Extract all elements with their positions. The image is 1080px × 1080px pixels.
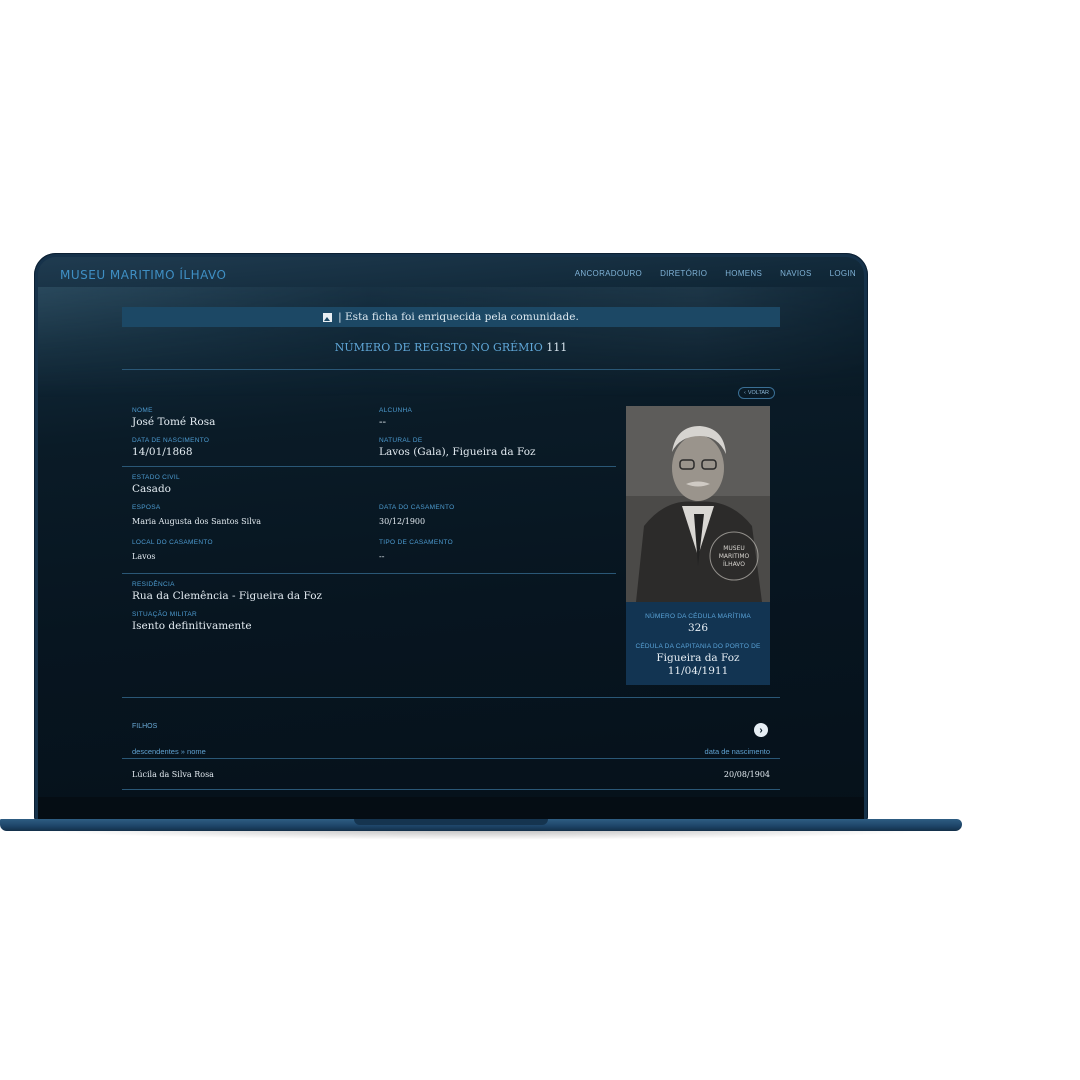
- natural-value: Lavos (Gala), Figueira da Foz: [379, 446, 536, 458]
- filhos-col-nome: descendentes » nome: [132, 747, 206, 756]
- image-icon: [323, 312, 333, 322]
- portrait-photo: MUSEU MARITIMO ÍLHAVO: [626, 406, 770, 602]
- page-title: NÚMERO DE REGISTO NO GRÉMIO 111: [122, 341, 780, 354]
- laptop-notch: [354, 819, 548, 825]
- nav-ancoradouro[interactable]: ANCORADOURO: [575, 269, 642, 278]
- registo-number: 111: [546, 341, 568, 354]
- divider: [122, 758, 780, 759]
- estado-civil-label: ESTADO CIVIL: [132, 474, 180, 481]
- capitania-value: Figueira da Foz: [656, 652, 740, 664]
- chevron-left-icon: ‹: [744, 390, 746, 396]
- alcunha-value: --: [379, 416, 387, 428]
- top-nav: MUSEU MARITIMO ÍLHAVO ANCORADOURO DIRETÓ…: [38, 257, 864, 293]
- militar-label: SITUAÇÃO MILITAR: [132, 611, 197, 618]
- watermark-line-2: MARITIMO: [719, 553, 750, 560]
- nav-login[interactable]: LOGIN: [830, 269, 856, 278]
- alcunha-label: ALCUNHA: [379, 407, 413, 414]
- registo-label: NÚMERO DE REGISTO NO GRÉMIO: [334, 341, 543, 354]
- cedula-card: MUSEU MARITIMO ÍLHAVO NÚMERO DA CÉDULA M…: [626, 406, 770, 685]
- nav-menu: ANCORADOURO DIRETÓRIO HOMENS NAVIOS LOGI…: [575, 269, 856, 278]
- nascimento-value: 14/01/1868: [132, 446, 193, 458]
- brand-logo[interactable]: MUSEU MARITIMO ÍLHAVO: [60, 268, 227, 282]
- watermark-line-3: ÍLHAVO: [723, 561, 745, 568]
- militar-value: Isento definitivamente: [132, 620, 252, 632]
- residencia-label: RESIDÊNCIA: [132, 581, 175, 588]
- residencia-value: Rua da Clemência - Figueira da Foz: [132, 590, 323, 602]
- cedula-value: 326: [687, 622, 709, 634]
- screen: MUSEU MARITIMO ÍLHAVO ANCORADOURO DIRETÓ…: [38, 257, 864, 821]
- divider: [122, 369, 780, 370]
- portrait-image: MUSEU MARITIMO ÍLHAVO: [626, 406, 770, 602]
- capitania-date: 11/04/1911: [667, 665, 729, 677]
- watermark-line-1: MUSEU: [723, 545, 745, 552]
- nav-diretorio[interactable]: DIRETÓRIO: [660, 269, 707, 278]
- divider: [122, 573, 616, 574]
- back-label: VOLTAR: [747, 390, 770, 396]
- cedula-label: NÚMERO DA CÉDULA MARÍTIMA: [645, 613, 751, 620]
- chevron-right-icon[interactable]: ›: [754, 723, 768, 737]
- filho-data: 20/08/1904: [723, 770, 770, 779]
- screen-bottom: [38, 797, 864, 821]
- tipo-casamento-value: --: [379, 552, 385, 561]
- notice-text: | Esta ficha foi enriquecida pela comuni…: [338, 311, 579, 323]
- nav-homens[interactable]: HOMENS: [725, 269, 762, 278]
- esposa-label: ESPOSA: [132, 504, 161, 511]
- filhos-label: FILHOS: [132, 723, 158, 730]
- nome-value: José Tomé Rosa: [132, 416, 216, 428]
- natural-label: NATURAL DE: [379, 437, 423, 444]
- laptop-lid: MUSEU MARITIMO ÍLHAVO ANCORADOURO DIRETÓ…: [34, 253, 868, 821]
- local-casamento-value: Lavos: [132, 552, 156, 561]
- community-notice: | Esta ficha foi enriquecida pela comuni…: [122, 307, 780, 327]
- filho-nome: Lúcila da Silva Rosa: [132, 770, 214, 779]
- estado-civil-value: Casado: [132, 483, 171, 495]
- filhos-col-data: data de nascimento: [704, 747, 770, 756]
- capitania-label: CÉDULA DA CAPITANIA DO PORTO DE: [635, 643, 761, 650]
- back-button[interactable]: ‹ VOLTAR: [738, 387, 776, 399]
- nome-label: NOME: [132, 407, 153, 414]
- divider: [122, 466, 616, 467]
- data-casamento-value: 30/12/1900: [379, 517, 426, 526]
- divider: [122, 697, 780, 698]
- divider: [122, 789, 780, 790]
- local-casamento-label: LOCAL DO CASAMENTO: [132, 539, 213, 546]
- nascimento-label: DATA DE NASCIMENTO: [132, 437, 210, 444]
- tipo-casamento-label: TIPO DE CASAMENTO: [379, 539, 453, 546]
- esposa-value: Maria Augusta dos Santos Silva: [132, 517, 262, 526]
- data-casamento-label: DATA DO CASAMENTO: [379, 504, 455, 511]
- nav-navios[interactable]: NAVIOS: [780, 269, 811, 278]
